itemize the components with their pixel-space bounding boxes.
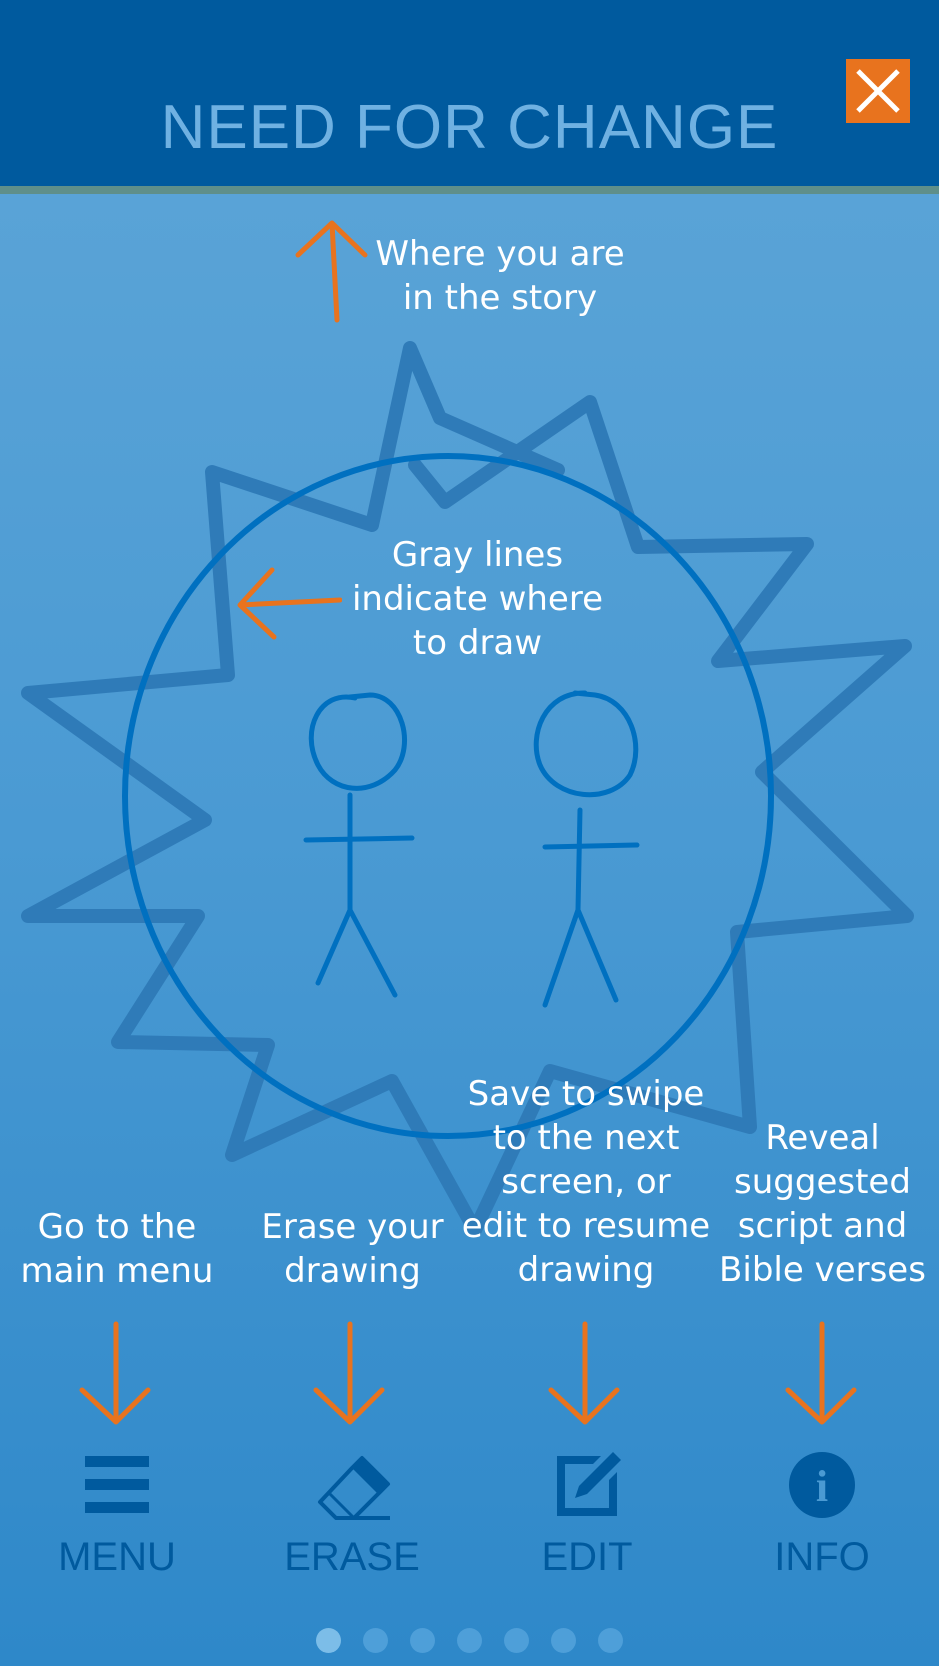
menu-label: MENU — [58, 1535, 176, 1579]
info-icon: i — [789, 1452, 855, 1518]
page-dot[interactable] — [410, 1628, 435, 1653]
edit-button[interactable]: EDIT — [492, 1450, 682, 1580]
stick-figure-left — [303, 692, 415, 998]
edit-label: EDIT — [541, 1535, 633, 1579]
arrow-down-icon — [79, 1321, 151, 1425]
page-dot[interactable] — [363, 1628, 388, 1653]
info-button[interactable]: i INFO — [727, 1450, 917, 1580]
hint-story-position: Where you are in the story — [375, 234, 625, 318]
arrow-down-icon — [313, 1321, 385, 1425]
info-label: INFO — [774, 1535, 870, 1579]
erase-button[interactable]: ERASE — [257, 1450, 447, 1580]
menu-button[interactable]: MENU — [22, 1450, 212, 1580]
arrow-down-icon — [785, 1321, 857, 1425]
hint-erase: Erase your drawing — [261, 1207, 444, 1291]
hamburger-icon — [85, 1456, 149, 1513]
svg-text:i: i — [816, 1462, 828, 1511]
eraser-icon — [318, 1456, 390, 1520]
page-dot[interactable] — [598, 1628, 623, 1653]
edit-icon — [557, 1452, 621, 1516]
erase-label: ERASE — [284, 1535, 420, 1579]
page-dot[interactable] — [551, 1628, 576, 1653]
page-indicator — [0, 1628, 939, 1654]
hint-edit: Save to swipe to the next screen, or edit t… — [461, 1074, 711, 1290]
arrow-down-icon — [548, 1321, 620, 1425]
arrow-left-icon — [237, 567, 342, 640]
hint-menu: Go to the main menu — [20, 1207, 214, 1291]
hint-gray-lines: Gray lines indicate where to draw — [351, 535, 604, 663]
page-dot[interactable] — [504, 1628, 529, 1653]
arrow-up-icon — [295, 220, 368, 323]
page-dot[interactable] — [316, 1628, 341, 1653]
page-dot[interactable] — [457, 1628, 482, 1653]
hint-info: Reveal suggested script and Bible verses — [719, 1118, 926, 1290]
stick-figure-right — [533, 690, 640, 1008]
